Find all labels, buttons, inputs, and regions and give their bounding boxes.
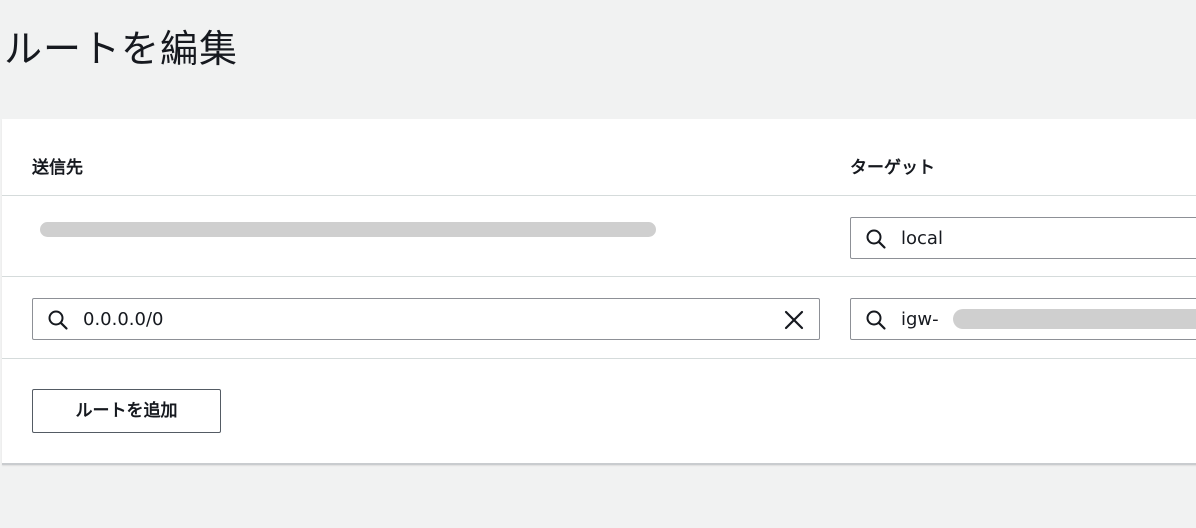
target-search-input[interactable]: local (850, 217, 1196, 259)
close-icon[interactable] (783, 309, 805, 331)
header-divider (2, 195, 1196, 196)
redacted-destination (40, 222, 656, 237)
target-search-input[interactable]: igw- (850, 298, 1196, 340)
destination-search-input[interactable]: 0.0.0.0/0 (32, 298, 820, 340)
redacted-gateway-id (953, 309, 1196, 329)
page-title: ルートを編集 (4, 27, 239, 71)
row-divider (2, 276, 1196, 277)
search-icon (48, 310, 68, 330)
destination-value: 0.0.0.0/0 (83, 309, 164, 330)
target-value: local (901, 228, 943, 249)
destination-column-header: 送信先 (32, 158, 83, 178)
target-value: igw- (901, 309, 939, 330)
add-route-button[interactable]: ルートを追加 (32, 389, 221, 433)
target-column-header: ターゲット (850, 158, 935, 178)
row-divider (2, 358, 1196, 359)
routes-table: 送信先 ターゲット local 0.0.0.0/0 igw- ルートを追加 (2, 119, 1196, 465)
search-icon (866, 229, 886, 249)
search-icon (866, 310, 886, 330)
